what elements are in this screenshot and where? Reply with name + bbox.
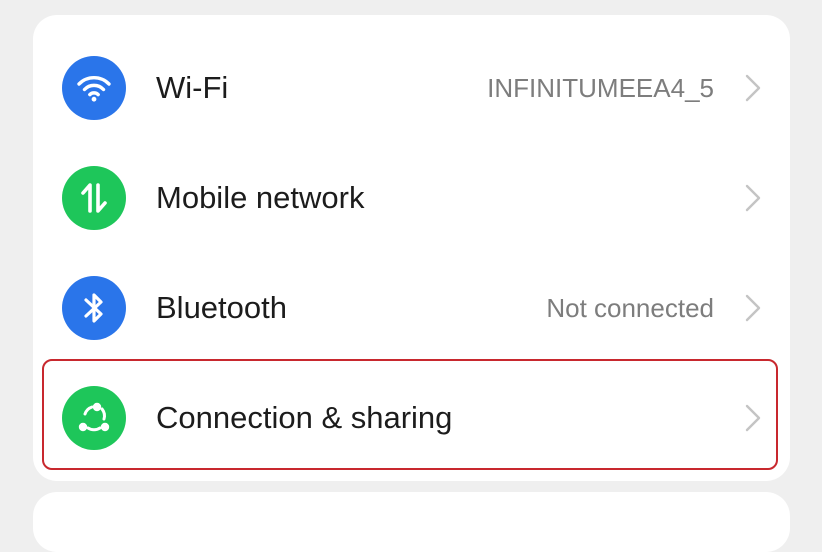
next-settings-card (33, 492, 790, 552)
settings-item-connection-sharing[interactable]: Connection & sharing (33, 363, 790, 473)
chevron-right-icon (745, 404, 761, 432)
settings-item-wifi[interactable]: Wi-Fi INFINITUMEEA4_5 (33, 33, 790, 143)
bluetooth-status: Not connected (546, 293, 714, 323)
settings-item-mobile-network[interactable]: Mobile network (33, 143, 790, 253)
settings-item-label: Bluetooth (156, 290, 287, 325)
chevron-right-icon (745, 74, 761, 102)
bluetooth-icon (62, 276, 126, 340)
settings-item-label: Connection & sharing (156, 400, 453, 435)
network-settings-card: Wi-Fi INFINITUMEEA4_5 Mobile network Blu… (33, 15, 790, 481)
wifi-icon (62, 56, 126, 120)
chevron-right-icon (745, 294, 761, 322)
mobile-data-icon (62, 166, 126, 230)
settings-item-bluetooth[interactable]: Bluetooth Not connected (33, 253, 790, 363)
settings-item-label: Mobile network (156, 180, 365, 215)
chevron-right-icon (745, 184, 761, 212)
settings-item-label: Wi-Fi (156, 70, 229, 105)
connection-sharing-icon (62, 386, 126, 450)
wifi-network-name: INFINITUMEEA4_5 (487, 73, 714, 103)
